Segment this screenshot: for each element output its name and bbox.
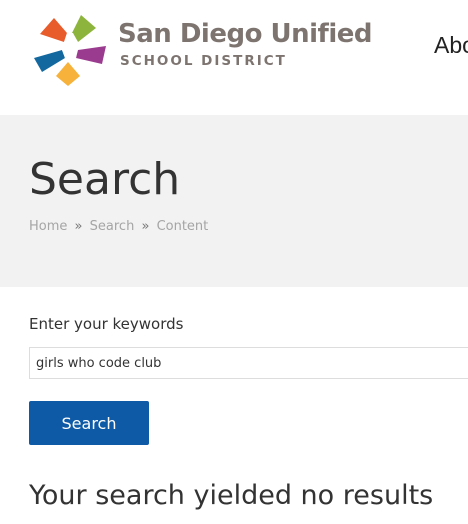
nav-item-about[interactable]: Abo [434,32,468,59]
district-logo-icon [34,15,106,86]
page: San Diego Unified SCHOOL DISTRICT Abo Se… [0,0,468,524]
logo-name: San Diego Unified [118,19,373,49]
breadcrumb-home[interactable]: Home [29,219,67,234]
logo-subtitle: SCHOOL DISTRICT [120,53,287,69]
search-button[interactable]: Search [29,401,149,445]
site-header: San Diego Unified SCHOOL DISTRICT Abo [0,0,468,115]
breadcrumb: Home » Search » Content [29,218,208,236]
breadcrumb-current: Content [156,219,209,234]
results-message: Your search yielded no results [29,480,434,511]
search-input[interactable] [29,347,468,379]
keywords-label: Enter your keywords [29,315,184,333]
breadcrumb-separator: » [141,219,150,234]
page-title: Search [29,154,181,205]
breadcrumb-search[interactable]: Search [90,219,135,234]
breadcrumb-separator: » [74,219,83,234]
